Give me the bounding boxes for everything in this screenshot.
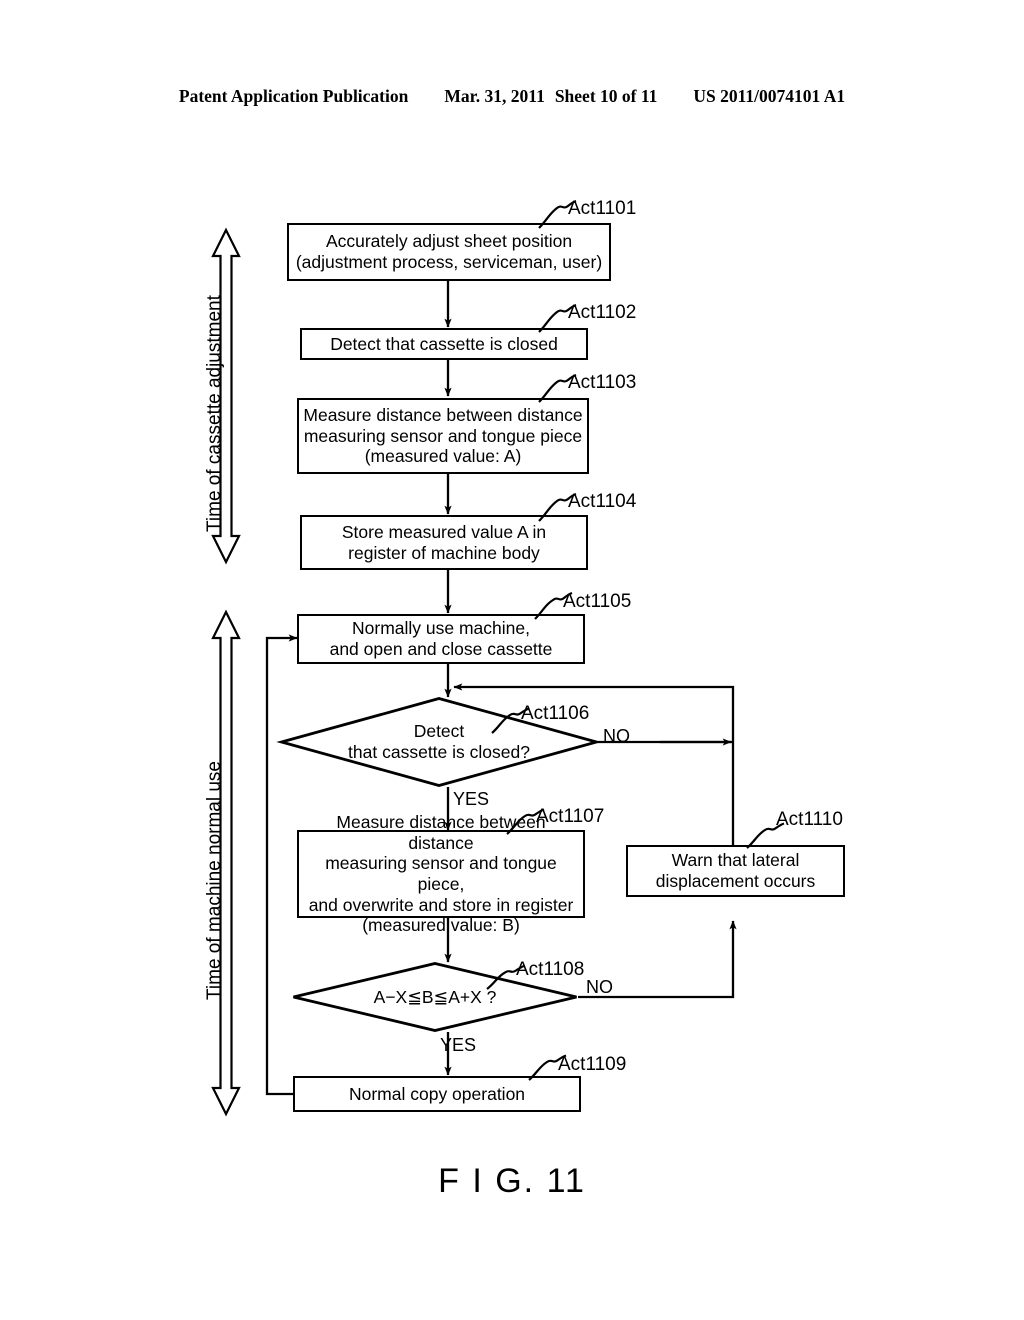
node-act1103-text: Measure distance between distance measur…: [303, 405, 583, 467]
node-act1110: Warn that lateral displacement occurs: [626, 845, 845, 897]
act1106-tag: Act1106: [521, 703, 590, 724]
node-act1105-text: Normally use machine, and open and close…: [329, 618, 553, 659]
node-act1105: Normally use machine, and open and close…: [297, 614, 585, 664]
node-act1101: Accurately adjust sheet position (adjust…: [287, 223, 611, 281]
figure-caption: F I G. 11: [438, 1162, 586, 1200]
node-act1101-text: Accurately adjust sheet position (adjust…: [295, 231, 603, 272]
act1107-tag: Act1107: [536, 806, 605, 827]
act1108-tag: Act1108: [516, 959, 585, 980]
act1106-yes-label: YES: [453, 789, 490, 809]
node-act1104: Store measured value A in register of ma…: [300, 515, 588, 570]
node-act1107: Measure distance between distance measur…: [297, 812, 585, 935]
act1109-tag: Act1109: [558, 1054, 627, 1075]
flowchart-diagram: Accurately adjust sheet position (adjust…: [0, 0, 1024, 1320]
act1102-tag: Act1102: [568, 302, 637, 323]
act1101-tag: Act1101: [568, 198, 637, 219]
node-act1104-text: Store measured value A in register of ma…: [341, 521, 547, 563]
act1103-tag: Act1103: [568, 372, 637, 393]
node-act1109-text: Normal copy operation: [348, 1083, 526, 1104]
act1105-tag: Act1105: [563, 591, 632, 612]
act1108-yes-label: YES: [440, 1035, 477, 1055]
act1110-tag: Act1110: [776, 809, 843, 830]
phase-label-machine-normal-use: Time of machine normal use: [204, 760, 225, 1000]
phase-label-cassette-adjustment: Time of cassette adjustment: [204, 295, 225, 532]
node-act1103: Measure distance between distance measur…: [297, 398, 589, 474]
node-act1102-text: Detect that cassette is closed: [330, 333, 558, 354]
act1106-no-label: NO: [603, 726, 630, 746]
act1108-no-label: NO: [586, 977, 613, 997]
act1104-tag: Act1104: [568, 491, 637, 512]
node-act1110-text: Warn that lateral displacement occurs: [655, 850, 816, 891]
